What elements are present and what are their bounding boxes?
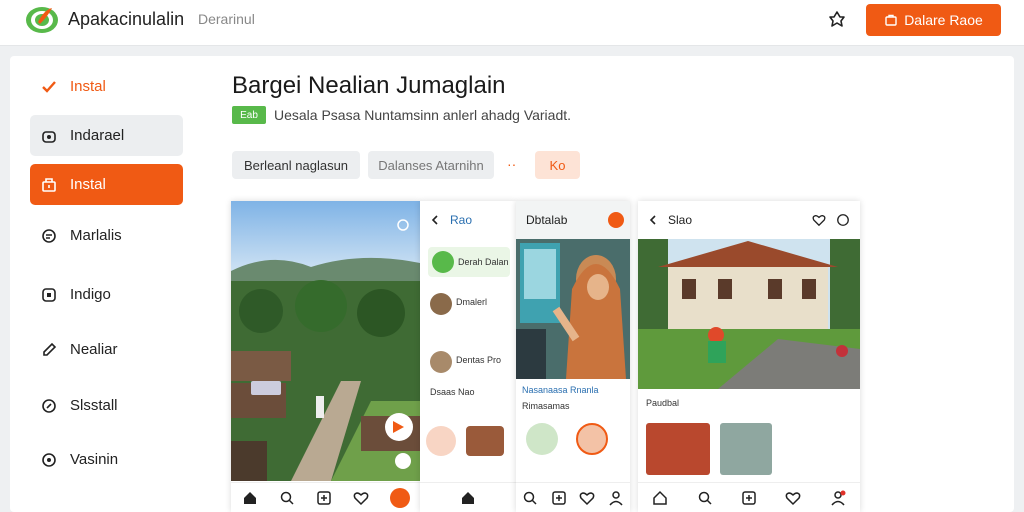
- add-icon[interactable]: [741, 490, 757, 506]
- main-card: Instal Indarael Instal Marlalis Indigo N…: [10, 56, 1014, 512]
- thumbnail: [466, 426, 504, 456]
- chat-icon[interactable]: [836, 213, 850, 227]
- heart-icon[interactable]: [579, 490, 595, 506]
- chat-icon: [42, 228, 56, 243]
- user-icon[interactable]: [830, 490, 846, 506]
- screen-title: Slao: [668, 213, 693, 227]
- search-icon[interactable]: [279, 490, 295, 506]
- cube-icon: [42, 130, 56, 143]
- add-icon[interactable]: [551, 490, 567, 506]
- screenshot-2: Rao Derah Dalan Dmalerl Dentas Pro Dsaas…: [420, 201, 516, 512]
- cta-button[interactable]: Dalare Raoe: [866, 4, 1001, 36]
- thumbnail: [526, 423, 558, 455]
- thumbnail: [646, 423, 710, 475]
- sidebar-item-instal-2[interactable]: Instal: [30, 164, 183, 205]
- filter-chip-1[interactable]: Berleanl naglasun: [232, 151, 360, 179]
- thumbnail: [426, 426, 456, 456]
- sidebar-item-label: Nealiar: [70, 341, 118, 358]
- sidebar-item-label: Slsstall: [70, 397, 118, 414]
- landscape-photo: [231, 201, 420, 481]
- search-icon[interactable]: [697, 490, 713, 506]
- bottom-navbar: [516, 482, 630, 512]
- sidebar-item-label: Instal: [70, 176, 106, 193]
- screen-title: Dbtalab: [526, 213, 568, 227]
- sidebar-item-slsstall[interactable]: Slsstall: [30, 385, 183, 426]
- user-icon[interactable]: [608, 490, 624, 506]
- screen-title: Rao: [450, 213, 473, 227]
- profile-fab[interactable]: [389, 487, 410, 508]
- caption: Rimasamas: [522, 401, 570, 411]
- heart-icon[interactable]: [353, 490, 369, 506]
- add-icon[interactable]: [316, 490, 332, 506]
- bag-icon: [885, 14, 897, 26]
- person-photo: [516, 239, 630, 379]
- app-name: Apakacinulalin: [68, 9, 185, 29]
- cta-label: Dalare Raoe: [904, 12, 983, 28]
- screenshot-3: Dbtalab Nasanaasa Rnanla Rimasamas: [516, 201, 630, 512]
- search-icon[interactable]: [522, 490, 538, 506]
- caption: Nasanaasa Rnanla: [522, 385, 599, 395]
- screen-header: Slao: [638, 201, 860, 239]
- home-icon[interactable]: [242, 490, 258, 506]
- caption: Paudbal: [646, 398, 680, 408]
- sidebar-item-label: Indarael: [70, 127, 125, 144]
- page-subtitle: Uesala Psasa Nuntamsinn anlerl ahadg Var…: [274, 107, 572, 123]
- sidebar-item-marlalis[interactable]: Marlalis: [30, 215, 183, 256]
- check-icon: [42, 80, 56, 93]
- status-badge: Eab: [232, 106, 266, 124]
- bottom-navbar: [420, 482, 516, 512]
- list-item: Dentas Pro: [456, 355, 502, 365]
- avatar: [430, 351, 452, 373]
- top-bar: Apakacinulalin Derarinul Dalare Raoe: [0, 0, 1024, 46]
- heart-icon[interactable]: [785, 490, 801, 506]
- list-item: Dsaas Nao: [430, 387, 475, 397]
- filter-chip-3[interactable]: Ko: [535, 151, 580, 179]
- back-icon[interactable]: [648, 214, 658, 226]
- thumbnail: [720, 423, 772, 475]
- bottom-navbar: [638, 482, 860, 512]
- screen-header: Rao: [420, 201, 516, 239]
- sidebar-item-instal-1[interactable]: Instal: [30, 66, 183, 107]
- back-icon[interactable]: [430, 214, 440, 226]
- screenshot-1: [231, 201, 420, 512]
- pen-icon: [43, 342, 57, 356]
- avatar: [432, 251, 454, 273]
- message-icon: [42, 452, 56, 467]
- edit-icon: [42, 398, 56, 413]
- house-photo: [638, 239, 860, 389]
- sidebar-item-indigo[interactable]: Indigo: [30, 274, 183, 315]
- avatar: [430, 293, 452, 315]
- profile-card[interactable]: Derah Dalan: [428, 247, 510, 277]
- bell-icon[interactable]: [826, 8, 848, 30]
- app-subtitle: Derarinul: [198, 11, 255, 27]
- screenshot-4: Slao Paudbal: [638, 201, 860, 512]
- screen-header: Dbtalab: [516, 201, 630, 239]
- filter-chip-2[interactable]: Dalanses Atarnihn: [368, 151, 494, 179]
- bottom-navbar: [231, 482, 420, 512]
- list-item: Dmalerl: [456, 297, 488, 307]
- square-icon: [42, 287, 56, 302]
- sidebar-item-label: Indigo: [70, 286, 111, 303]
- profile-name: Derah Dalan: [458, 257, 509, 267]
- home-icon[interactable]: [652, 490, 668, 506]
- avatar[interactable]: [608, 212, 624, 228]
- thumbnail: [576, 423, 608, 455]
- sidebar-item-indarael[interactable]: Indarael: [30, 115, 183, 156]
- more-dots[interactable]: ··: [507, 156, 516, 172]
- sidebar-item-vasinin[interactable]: Vasinin: [30, 439, 183, 480]
- sidebar-item-label: Instal: [70, 78, 106, 95]
- sidebar-item-label: Marlalis: [70, 227, 122, 244]
- sidebar-item-nealiar[interactable]: Nealiar: [30, 329, 183, 370]
- heart-icon[interactable]: [812, 213, 826, 227]
- home-icon[interactable]: [460, 490, 476, 506]
- page-title: Bargei Nealian Jumaglain: [232, 72, 506, 99]
- app-logo-icon: [26, 7, 58, 33]
- box-icon: [42, 177, 56, 192]
- sidebar-item-label: Vasinin: [70, 451, 119, 468]
